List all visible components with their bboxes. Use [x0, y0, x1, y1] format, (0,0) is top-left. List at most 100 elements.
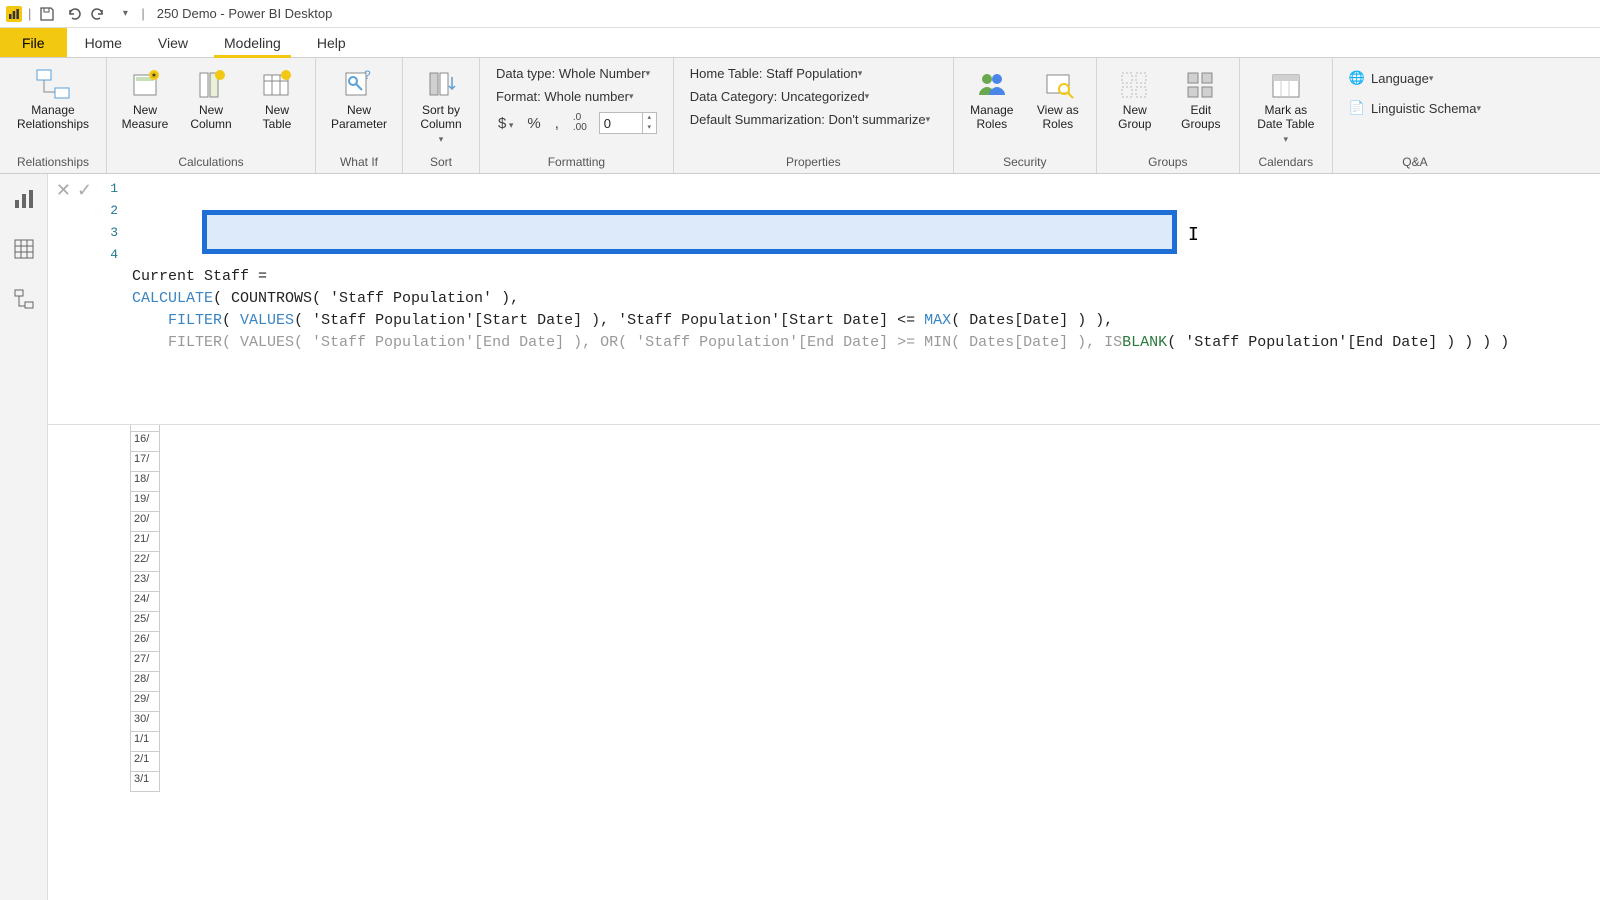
group-relationships: Manage Relationships Relationships	[0, 58, 107, 173]
line-gutter: 1234	[100, 178, 118, 266]
sort-by-column-button[interactable]: Sort by Column	[411, 62, 471, 144]
sort-icon	[423, 66, 459, 102]
qat-separator: |	[28, 6, 31, 21]
view-as-roles-label: View as Roles	[1037, 104, 1079, 132]
grid-cell: 21/	[130, 532, 160, 552]
app-icon	[6, 6, 22, 22]
currency-button[interactable]: $	[496, 115, 515, 132]
code-tail: ( 'Staff Population'[End Date] ) ) ) )	[1167, 334, 1509, 351]
new-parameter-label: New Parameter	[331, 104, 387, 132]
group-sort-label: Sort	[430, 153, 452, 173]
dax-editor[interactable]: 1234 Current Staff = CALCULATE( COUNTROW…	[100, 174, 1600, 424]
model-view-icon[interactable]	[9, 284, 39, 314]
tab-file[interactable]: File	[0, 28, 67, 57]
grid-cell: 26/	[130, 632, 160, 652]
formula-bar: ✕ ✓ 1234 Current Staff = CALCULATE( COUN…	[48, 174, 1600, 425]
manage-roles-label: Manage Roles	[970, 104, 1013, 132]
decimal-icon: .0 .00	[571, 113, 589, 133]
group-sort: Sort by Column Sort	[403, 58, 480, 173]
summarization-dropdown[interactable]: Default Summarization: Don't summarize	[686, 110, 934, 129]
grid-cell: 27/	[130, 652, 160, 672]
manage-relationships-label: Manage Relationships	[17, 104, 89, 132]
group-security: Manage Roles View as Roles Security	[954, 58, 1097, 173]
edit-groups-label: Edit Groups	[1181, 104, 1220, 132]
group-formatting-label: Formatting	[548, 153, 605, 173]
new-column-label: New Column	[190, 104, 231, 132]
group-calendars: Mark as Date Table Calendars	[1240, 58, 1333, 173]
mark-date-table-label: Mark as Date Table	[1257, 104, 1314, 132]
tab-help[interactable]: Help	[299, 28, 364, 57]
grid-cell: 17/	[130, 452, 160, 472]
group-whatif: ? New Parameter What If	[316, 58, 403, 173]
manage-relationships-button[interactable]: Manage Relationships	[8, 62, 98, 132]
text-cursor-icon: I	[1188, 224, 1199, 245]
code-obscured: FILTER( VALUES( 'Staff Population'[End D…	[168, 334, 1122, 351]
group-calendars-label: Calendars	[1258, 153, 1313, 173]
group-qa: 🌐 Language 📄 Linguistic Schema Q&A	[1333, 58, 1497, 173]
group-groups-label: Groups	[1148, 153, 1187, 173]
main-canvas: Date 1/06/ Da 12/13/14/15/16/17/18/19/20…	[48, 174, 1600, 900]
cancel-formula-icon[interactable]: ✕	[56, 180, 71, 201]
linguistic-schema-dropdown[interactable]: 📄 Linguistic Schema	[1345, 98, 1485, 118]
code-line-1: Current Staff =	[132, 268, 267, 285]
format-dropdown[interactable]: Format: Whole number	[492, 87, 637, 106]
edit-groups-button[interactable]: Edit Groups	[1171, 62, 1231, 132]
grid-cell: 28/	[130, 672, 160, 692]
new-table-label: New Table	[263, 104, 292, 132]
window-title: 250 Demo - Power BI Desktop	[157, 6, 333, 21]
grid-cell: 24/	[130, 592, 160, 612]
code-fn-filter: FILTER	[168, 312, 222, 329]
new-measure-button[interactable]: ✶ New Measure	[115, 62, 175, 132]
redo-icon[interactable]	[89, 4, 109, 24]
tab-view[interactable]: View	[140, 28, 206, 57]
new-group-button[interactable]: New Group	[1105, 62, 1165, 132]
qat-dropdown-icon[interactable]: ▾	[115, 4, 135, 24]
group-calculations-label: Calculations	[178, 153, 243, 173]
decimal-places-input[interactable]: 0	[599, 112, 643, 134]
sort-by-column-label: Sort by Column	[420, 104, 461, 132]
undo-icon[interactable]	[63, 4, 83, 24]
manage-roles-button[interactable]: Manage Roles	[962, 62, 1022, 132]
home-table-dropdown[interactable]: Home Table: Staff Population	[686, 64, 866, 83]
thousands-button[interactable]: ,	[553, 115, 561, 132]
grid-cell: 3/1	[130, 772, 160, 792]
column-icon	[193, 66, 229, 102]
code-seg1: ( 'Staff Population'[Start Date] ), 'Sta…	[294, 312, 924, 329]
percent-button[interactable]: %	[525, 115, 542, 132]
tab-home[interactable]: Home	[67, 28, 140, 57]
new-table-button[interactable]: New Table	[247, 62, 307, 132]
code-fn-calculate: CALCULATE	[132, 290, 213, 307]
svg-text:?: ?	[364, 68, 371, 82]
grid-cell: 18/	[130, 472, 160, 492]
save-icon[interactable]	[37, 4, 57, 24]
view-as-roles-button[interactable]: View as Roles	[1028, 62, 1088, 132]
new-parameter-button[interactable]: ? New Parameter	[324, 62, 394, 132]
datatype-dropdown[interactable]: Data type: Whole Number	[492, 64, 654, 83]
grid-cell: 20/	[130, 512, 160, 532]
group-calculations: ✶ New Measure New Column New Table Calcu…	[107, 58, 316, 173]
group-groups: New Group Edit Groups Groups	[1097, 58, 1240, 173]
report-view-icon[interactable]	[9, 184, 39, 214]
mark-date-table-button[interactable]: Mark as Date Table	[1248, 62, 1324, 144]
svg-text:✶: ✶	[151, 71, 158, 80]
group-properties: Home Table: Staff Population Data Catego…	[674, 58, 954, 173]
new-column-button[interactable]: New Column	[181, 62, 241, 132]
data-category-dropdown[interactable]: Data Category: Uncategorized	[686, 87, 873, 106]
commit-formula-icon[interactable]: ✓	[77, 180, 92, 201]
ribbon: Manage Relationships Relationships ✶ New…	[0, 58, 1600, 174]
tab-modeling[interactable]: Modeling	[206, 28, 299, 57]
group-relationships-label: Relationships	[17, 153, 89, 173]
new-measure-label: New Measure	[122, 104, 169, 132]
relationships-icon	[35, 66, 71, 102]
group-formatting: Data type: Whole Number Format: Whole nu…	[480, 58, 674, 173]
group-whatif-label: What If	[340, 153, 378, 173]
grid-cell: 29/	[130, 692, 160, 712]
grid-cell: 30/	[130, 712, 160, 732]
grid-cell: 25/	[130, 612, 160, 632]
data-view-icon[interactable]	[9, 234, 39, 264]
titlebar: | ▾ | 250 Demo - Power BI Desktop	[0, 0, 1600, 28]
decimal-spinner[interactable]: ▴▾	[643, 112, 657, 134]
language-dropdown[interactable]: 🌐 Language	[1345, 68, 1438, 88]
grid-cell: 16/	[130, 432, 160, 452]
qat-separator-2: |	[141, 6, 144, 21]
